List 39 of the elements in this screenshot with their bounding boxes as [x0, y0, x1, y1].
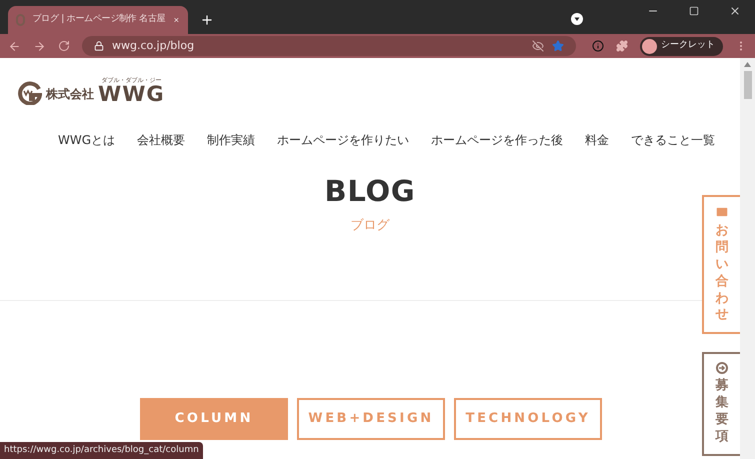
nav-link[interactable]: できること一覧 [631, 131, 715, 149]
star-icon[interactable] [552, 40, 564, 52]
nav-link[interactable]: ホームページを作りたい [277, 131, 409, 149]
back-icon[interactable] [8, 40, 21, 52]
arrow-circle-icon [716, 362, 728, 374]
info-icon[interactable] [592, 40, 604, 52]
tab-title: ブログ | ホームページ制作 名古屋 [32, 13, 166, 26]
scrollbar[interactable] [740, 58, 755, 459]
extensions-icon[interactable] [616, 40, 628, 52]
profile-chip[interactable]: シークレット [640, 36, 723, 56]
nav-link[interactable]: WWGとは [58, 131, 115, 149]
brand-name: WWG [98, 84, 165, 105]
company-label: 株式会社 [46, 86, 94, 103]
dropdown-icon[interactable] [571, 13, 583, 25]
browser-tab[interactable]: ブログ | ホームページ制作 名古屋 [8, 6, 188, 34]
reload-icon[interactable] [58, 40, 70, 52]
nav-link[interactable]: 制作実績 [207, 131, 255, 149]
status-bubble: https://wwg.co.jp/archives/blog_cat/column [0, 442, 203, 459]
scroll-up-icon[interactable] [744, 62, 751, 67]
lock-icon [94, 41, 104, 51]
site-favicon [16, 14, 24, 26]
page-subtitle: ブログ [350, 217, 390, 235]
side-tab[interactable]: 募集要項 [702, 352, 740, 456]
eye-off-icon[interactable] [532, 40, 544, 52]
maximize-icon[interactable] [689, 6, 699, 16]
new-tab-icon[interactable] [200, 13, 214, 27]
forward-icon[interactable] [33, 40, 46, 52]
side-tab-label: お問い合わせ [716, 223, 728, 324]
profile-label: シークレット [661, 39, 715, 52]
nav-link[interactable]: ホームページを作った後 [431, 131, 563, 149]
nav-link[interactable]: 会社概要 [137, 131, 185, 149]
scroll-thumb[interactable] [744, 71, 752, 99]
page-title: BLOG [324, 177, 416, 206]
nav-link[interactable]: 料金 [585, 131, 609, 149]
logo-icon [18, 81, 42, 105]
url-text: wwg.co.jp/blog [112, 38, 196, 54]
address-bar[interactable]: wwg.co.jp/blog [82, 36, 576, 56]
side-tab-label: 募集要項 [716, 378, 728, 446]
close-window-icon[interactable] [729, 5, 741, 17]
